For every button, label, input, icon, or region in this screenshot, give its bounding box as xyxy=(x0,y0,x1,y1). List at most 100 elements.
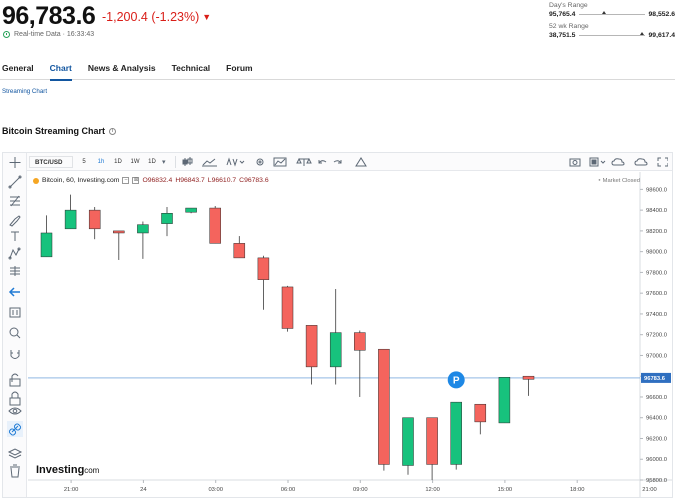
candle-body xyxy=(233,243,246,259)
candle-body xyxy=(426,417,438,465)
cloud-icon[interactable] xyxy=(611,158,625,166)
stay-drawing-icon[interactable] xyxy=(9,373,21,387)
x-tick-label: 09:00 xyxy=(353,487,368,493)
chart-section-title: Bitcoin Streaming Chart i xyxy=(2,126,117,136)
candle-body xyxy=(137,224,149,234)
layout-icon[interactable] xyxy=(589,157,599,167)
candle-body xyxy=(88,209,101,230)
investing-logo-suffix: .com xyxy=(82,466,100,475)
clock-icon xyxy=(3,31,10,38)
candle-type-icon[interactable] xyxy=(182,156,193,166)
page-root: 96,783.6 -1,200.4 (-1.23%) ▼ Real-time Da… xyxy=(0,0,675,500)
price-change: -1,200.4 (-1.23%) ▼ xyxy=(102,10,211,24)
toolbar-tools xyxy=(182,156,326,167)
fullscreen-icon[interactable] xyxy=(657,157,668,167)
settings-gear-icon[interactable] xyxy=(256,158,264,165)
tab-chart[interactable]: Chart xyxy=(49,58,73,81)
candle-body xyxy=(402,417,414,466)
layers-icon[interactable] xyxy=(7,448,23,459)
crosshair-icon[interactable] xyxy=(9,157,21,168)
y-tick-label: 96200.0 xyxy=(646,436,667,442)
realtime-label: Real-time Data · 16:33:43 xyxy=(14,31,95,38)
candle-body xyxy=(354,332,366,351)
tab-news-analysis[interactable]: News & Analysis xyxy=(88,58,156,79)
days-range-low: 95,765.4 xyxy=(549,11,576,18)
eye-icon[interactable] xyxy=(8,407,22,415)
text-tool-icon[interactable] xyxy=(11,231,19,241)
undo-icon[interactable] xyxy=(318,159,326,163)
candle-body xyxy=(113,230,125,234)
tab-forum[interactable]: Forum xyxy=(226,58,252,79)
redo-icon[interactable] xyxy=(333,159,342,163)
x-tick-label: 24 xyxy=(140,487,147,493)
chart-style-icon[interactable] xyxy=(201,158,217,166)
link-icon[interactable] xyxy=(7,421,23,437)
zoom-icon[interactable] xyxy=(9,327,21,339)
candle-body xyxy=(498,376,511,424)
timeframe-1d[interactable]: 1D xyxy=(112,159,124,165)
candle-body xyxy=(64,209,77,230)
alert-icon[interactable] xyxy=(354,156,367,166)
magnet-icon[interactable] xyxy=(10,350,20,359)
days-range-bar xyxy=(579,11,645,15)
fib-icon[interactable] xyxy=(10,195,20,207)
toolbar-divider xyxy=(174,155,176,168)
days-range-label: Day's Range xyxy=(549,2,588,9)
drawing-toolbar xyxy=(3,153,27,497)
info-icon[interactable]: i xyxy=(109,127,117,135)
candle-body xyxy=(378,348,390,465)
52wk-range-bar xyxy=(579,32,645,36)
days-range-high: 98,552.6 xyxy=(648,11,675,18)
candle-body xyxy=(281,286,294,329)
y-tick-label: 97000.0 xyxy=(646,353,667,359)
x-tick-label: 03:00 xyxy=(208,487,223,493)
trend-line-icon[interactable] xyxy=(8,175,22,189)
streaming-chart-link[interactable]: Streaming Chart xyxy=(2,88,47,95)
timeframe-1d-dropdown[interactable]: 1D xyxy=(146,159,158,165)
candle-body xyxy=(450,401,462,465)
candlestick-chart[interactable]: 95800.096000.096200.096400.096600.096800… xyxy=(28,172,672,497)
y-tick-label: 96000.0 xyxy=(646,457,667,463)
tab-general[interactable]: General xyxy=(2,58,34,79)
candle-body xyxy=(161,213,173,224)
52wk-range-marker xyxy=(639,32,644,35)
days-range: Day's Range 95,765.4 98,552.6 xyxy=(549,2,675,18)
p-marker-label: P xyxy=(453,375,460,386)
measure-icon[interactable] xyxy=(9,307,21,318)
drawing-tools-icons xyxy=(7,157,23,478)
back-arrow-icon[interactable] xyxy=(8,287,20,297)
prediction-icon[interactable] xyxy=(10,266,20,276)
investing-logo: Investing xyxy=(36,464,84,476)
indicators-dropdown-icon[interactable] xyxy=(239,160,244,164)
cloud-save-icon[interactable] xyxy=(634,158,648,166)
last-price: 96,783.6 xyxy=(2,2,96,30)
y-tick-label: 97200.0 xyxy=(646,333,667,339)
candle-body xyxy=(185,207,197,213)
x-tick-label: 06:00 xyxy=(281,487,296,493)
compare-icon[interactable] xyxy=(273,157,287,166)
timeframe-1h[interactable]: 1h xyxy=(95,159,107,165)
tab-bar: General Chart News & Analysis Technical … xyxy=(0,58,675,81)
candle-body xyxy=(329,332,342,368)
pattern-icon[interactable] xyxy=(8,247,21,260)
trash-icon[interactable] xyxy=(10,464,20,478)
tab-technical[interactable]: Technical xyxy=(172,58,211,79)
x-tick-label: 12:00 xyxy=(425,487,440,493)
candle-body xyxy=(40,232,53,258)
52wk-range-label: 52 wk Range xyxy=(549,23,589,30)
camera-icon[interactable] xyxy=(569,158,581,167)
lock-icon[interactable] xyxy=(9,391,21,406)
scale-icon[interactable] xyxy=(295,157,312,166)
x-tick-label: 15:00 xyxy=(498,487,513,493)
x-tick-label: 18:00 xyxy=(570,487,585,493)
timeframe-1w[interactable]: 1W xyxy=(129,159,141,165)
layout-dropdown-icon[interactable] xyxy=(600,160,606,164)
symbol-search-input[interactable]: BTC/USD xyxy=(29,155,73,168)
indicators-icon[interactable] xyxy=(226,156,237,167)
brush-icon[interactable] xyxy=(9,215,21,227)
timeframe-5[interactable]: 5 xyxy=(78,159,90,165)
toolbar-right xyxy=(568,156,668,168)
timeframe-dropdown-icon[interactable]: ▾ xyxy=(162,158,166,166)
toolbar-right-icons xyxy=(569,157,668,167)
y-tick-label: 98600.0 xyxy=(646,187,667,193)
